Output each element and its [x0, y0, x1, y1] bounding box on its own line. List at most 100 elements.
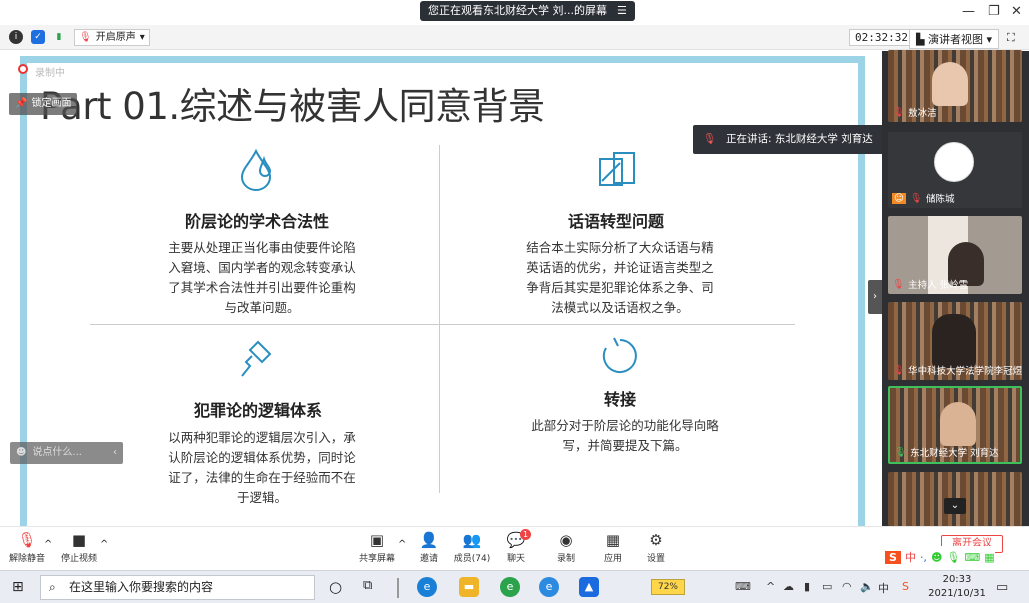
layout-icon: ▙ [916, 33, 925, 46]
chevron-left-icon[interactable]: ‹ [113, 442, 123, 464]
section-body: 主要从处理正当化事由使要件论陷 入窘境、国内学者的观念转变承认 了其学术合法性并… [142, 238, 382, 318]
signal-icon[interactable]: ▮ [52, 30, 66, 44]
slide-title: Part 01.综述与被害人同意背景 [40, 85, 545, 128]
lock-screen-button[interactable]: 📌 锁定画面 [9, 93, 78, 115]
body-line: 争背后其实是犯罪论体系之争、司 [526, 280, 714, 295]
keyboard-icon[interactable]: ⌨ [964, 551, 980, 564]
emoji-icon[interactable]: ☻ [931, 551, 942, 564]
task-view-icon[interactable]: ⧉ [363, 578, 372, 593]
share-banner-text: 您正在观看东北财经大学 刘...的屏幕 [428, 4, 607, 17]
recording-label: 录制中 [35, 68, 65, 79]
active-speaker-label: 正在讲话: 东北财经大学 刘育达 [726, 133, 873, 145]
section-body: 此部分对于阶层论的功能化导向略 写，并简要提及下篇。 [505, 416, 745, 456]
body-line: 证了，法律的生命在于经验而不在 [168, 470, 356, 485]
video-tile[interactable]: 🎙 华中科技大学法学院李冠煜 [888, 302, 1022, 380]
minimize-button[interactable]: — [962, 4, 975, 19]
participant-name: 🎙 东北财经大学 刘育达 [894, 446, 999, 460]
taskbar-search-input[interactable]: ⌕ 在这里输入你要搜索的内容 [40, 575, 315, 600]
body-line: 与改革问题。 [224, 300, 300, 315]
ime-lang-icon[interactable]: 中 [878, 580, 889, 596]
muted-mic-icon: 🎙 [892, 278, 905, 290]
battery-indicator[interactable]: 72% [651, 579, 685, 595]
apps-icon[interactable]: ▦ [984, 551, 994, 564]
fullscreen-icon[interactable]: ⛶ [1007, 31, 1015, 45]
info-icon[interactable]: i [9, 30, 23, 44]
mic-icon[interactable]: 🎙 [946, 551, 960, 564]
windows-start-icon[interactable]: ⊞ [12, 579, 24, 595]
members-icon: 👥 [462, 531, 482, 549]
restore-button[interactable]: ❐ [988, 4, 1000, 19]
stop-video-button[interactable]: ■ 停止视频 [54, 531, 104, 564]
chevron-up-icon[interactable]: ^ [44, 539, 52, 550]
section-title: 阶层论的学术合法性 [184, 212, 329, 231]
original-sound-button[interactable]: 🎙 开启原声 ▾ [74, 29, 150, 46]
browser-icon[interactable]: e [500, 577, 520, 597]
tablet-icon [599, 152, 635, 186]
add-user-icon: 👤 [419, 531, 439, 549]
video-tile[interactable]: 🎙 敖冰洁 [888, 50, 1022, 122]
menu-icon[interactable]: ☰ [617, 1, 627, 21]
original-sound-label: 开启原声 [95, 32, 136, 43]
chat-badge: 1 [520, 529, 531, 540]
volume-icon[interactable]: 🔈 [860, 580, 874, 593]
file-explorer-icon[interactable]: ▬ [459, 577, 479, 597]
section-title: 话语转型问题 [567, 212, 664, 231]
view-mode-select[interactable]: ▙ 演讲者视图 ▾ [909, 29, 999, 49]
wifi-icon[interactable]: ◠ [842, 580, 852, 593]
collapse-video-panel-button[interactable]: › [868, 280, 882, 314]
ie-icon[interactable]: e [539, 577, 559, 597]
chat-button[interactable]: 💬 聊天 [491, 531, 541, 564]
body-line: 结合本土实际分析了大众话语与精 [526, 240, 714, 255]
shield-icon[interactable]: ✓ [31, 30, 45, 44]
body-line: 主要从处理正当化事由使要件论陷 [168, 240, 356, 255]
ime-lang-icon[interactable]: 中 [905, 549, 916, 565]
meeting-controls-bar: 🎙 解除静音 ^ ■ 停止视频 ^ ▣ 共享屏幕 ^ 👤 邀请 👥 成员(74)… [0, 526, 1029, 570]
pin-icon: 📌 [15, 98, 28, 109]
apps-icon: ▦ [605, 531, 621, 549]
share-screen-icon: ▣ [369, 531, 385, 549]
taskbar-clock[interactable]: 20:33 2021/10/31 [926, 573, 988, 601]
edge-icon[interactable]: e [417, 577, 437, 597]
cortana-icon[interactable]: ○ [329, 578, 342, 596]
avatar [934, 142, 974, 182]
battery-icon[interactable]: ▭ [822, 580, 832, 593]
user-icon: ☺ [892, 192, 906, 204]
speaking-icon: 🎙 [703, 133, 717, 145]
usb-icon[interactable]: ▮ [804, 580, 810, 593]
participant-name: 🎙 主持人 张岭雪 [892, 278, 969, 292]
chat-input[interactable]: ☻ 说点什么... ‹ [10, 442, 123, 464]
cloud-icon[interactable]: ☁ [783, 580, 794, 593]
video-tile[interactable]: ⌄ [888, 472, 1022, 526]
emoji-icon[interactable]: ☻ [16, 442, 26, 464]
chevron-up-icon[interactable]: ^ [766, 580, 775, 593]
video-tile-active[interactable]: 🎙 东北财经大学 刘育达 [888, 386, 1022, 464]
share-screen-button[interactable]: ▣ 共享屏幕 [352, 531, 402, 564]
punct-icon[interactable]: ·, [920, 551, 927, 564]
body-line: 认阶层论的逻辑体系优势，同时论 [168, 450, 356, 465]
settings-button[interactable]: ⚙ 设置 [631, 531, 681, 564]
notifications-icon[interactable]: ▭ [996, 580, 1008, 595]
share-banner[interactable]: 您正在观看东北财经大学 刘...的屏幕 ☰ [420, 1, 635, 21]
record-button[interactable]: ◉ 录制 [541, 531, 591, 564]
ime-toolbar[interactable]: S 中 ·, ☻ 🎙 ⌨ ▦ [885, 546, 995, 568]
gear-icon: ⚙ [649, 531, 663, 549]
chevron-down-icon[interactable]: ⌄ [944, 498, 966, 514]
chevron-down-icon: ▾ [986, 33, 992, 46]
title-bar: 您正在观看东北财经大学 刘...的屏幕 ☰ — ❐ ✕ [0, 0, 1029, 25]
close-button[interactable]: ✕ [1011, 4, 1022, 19]
video-tile[interactable]: 🎙 主持人 张岭雪 [888, 216, 1022, 294]
video-tile[interactable]: ☺ 🎙 储陈城 [888, 132, 1022, 208]
chevron-down-icon[interactable]: ▾ [140, 30, 145, 45]
chevron-up-icon[interactable]: ^ [100, 539, 108, 550]
record-indicator-icon [18, 64, 28, 74]
members-button[interactable]: 👥 成员(74) [447, 531, 497, 564]
sogou-icon[interactable]: S [902, 580, 909, 593]
meeting-app-icon[interactable]: ▲ [579, 577, 599, 597]
water-drop-icon [240, 148, 272, 191]
keyboard-icon[interactable]: ⌨ [735, 580, 751, 593]
body-line: 入窘境、国内学者的观念转变承认 [168, 260, 356, 275]
clock-time: 20:33 [942, 574, 972, 585]
participant-face [932, 314, 976, 368]
body-line: 写，并简要提及下篇。 [562, 438, 688, 453]
body-line: 法模式以及话语权之争。 [551, 300, 689, 315]
